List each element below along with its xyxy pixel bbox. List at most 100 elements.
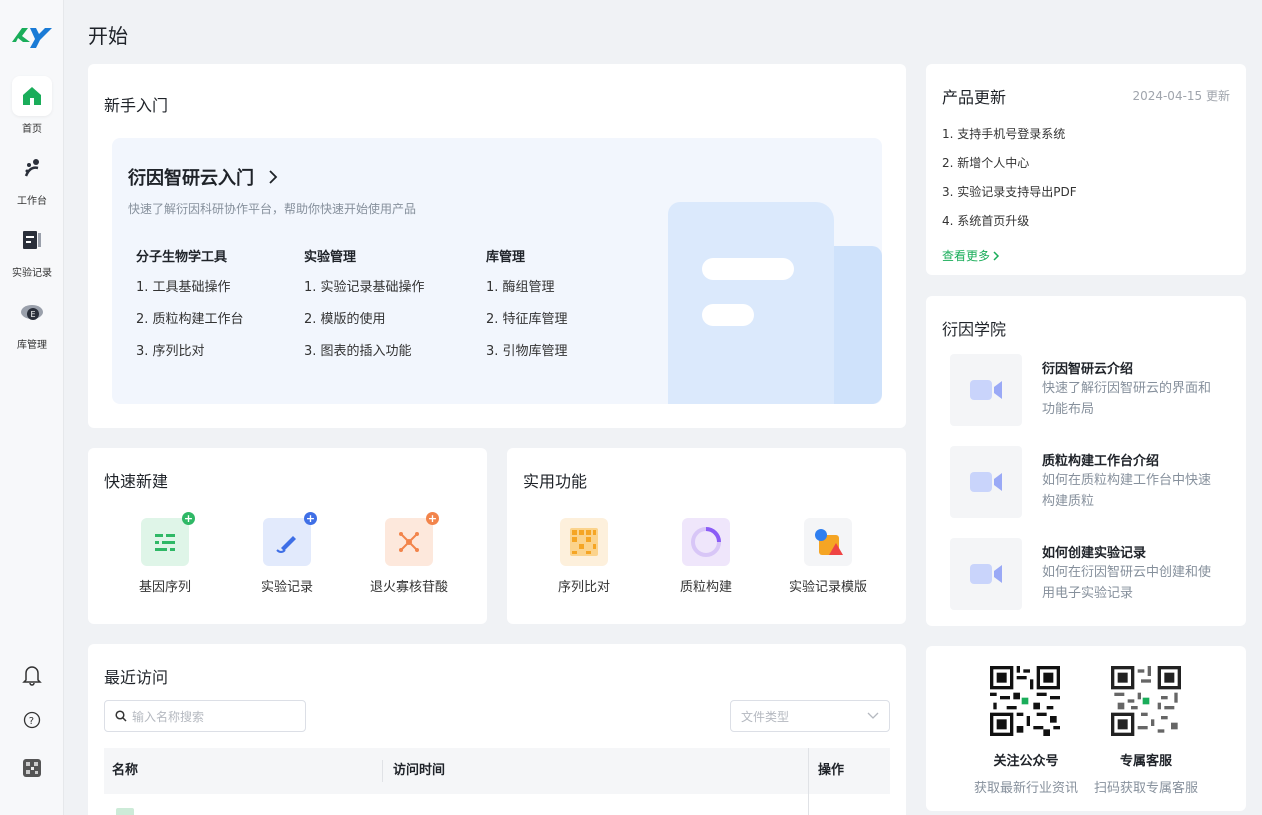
search-placeholder: 输入名称搜索 bbox=[132, 709, 205, 724]
update-item: 2. 新增个人中心 bbox=[942, 156, 1030, 170]
home-icon bbox=[12, 76, 52, 116]
guide-link[interactable]: 3. 图表的插入功能 bbox=[304, 344, 425, 376]
view-more-link[interactable]: 查看更多 bbox=[942, 247, 1000, 264]
update-item: 4. 系统首页升级 bbox=[942, 214, 1030, 228]
card-title: 实用功能 bbox=[523, 472, 588, 491]
guide-link[interactable]: 1. 实验记录基础操作 bbox=[304, 280, 425, 312]
qr-code-official-account bbox=[990, 666, 1060, 736]
guide-link[interactable]: 3. 序列比对 bbox=[136, 344, 244, 376]
plus-badge-icon: + bbox=[426, 512, 439, 525]
sequence-alignment-button[interactable]: 序列比对 bbox=[529, 518, 639, 595]
tile-label: 实验记录模版 bbox=[788, 580, 867, 595]
column-header-name[interactable]: 名称 bbox=[112, 748, 138, 794]
gene-sequence-icon: + bbox=[141, 512, 195, 566]
sidebar-item-library[interactable]: E 库管理 bbox=[0, 292, 64, 358]
avatar[interactable] bbox=[0, 758, 64, 782]
oligo-icon: + bbox=[385, 512, 439, 566]
tile-label: 退火寡核苷酸 bbox=[369, 580, 448, 595]
plasmid-icon bbox=[682, 518, 730, 566]
table-header: 名称 访问时间 操作 bbox=[104, 748, 890, 794]
app-logo[interactable] bbox=[10, 20, 54, 50]
database-icon: E bbox=[12, 292, 52, 332]
column-header-time[interactable]: 访问时间 bbox=[393, 748, 445, 794]
column-heading: 库管理 bbox=[486, 250, 526, 265]
qr-code-customer-service bbox=[1111, 666, 1181, 736]
video-icon bbox=[950, 446, 1022, 518]
document-illustration bbox=[668, 202, 882, 404]
sidebar-item-experiment[interactable]: 实验记录 bbox=[0, 220, 64, 286]
banner-subtitle: 快速了解衍因科研协作平台，帮助你快速开始使用产品 bbox=[128, 202, 417, 216]
sidebar-item-label: 库管理 bbox=[17, 340, 47, 351]
column-divider bbox=[382, 760, 383, 782]
notification-button[interactable] bbox=[0, 664, 64, 690]
svg-text:E: E bbox=[31, 310, 36, 319]
course-description: 如何在质粒构建工作台中快速构建质粒 bbox=[1042, 473, 1212, 509]
file-type-select[interactable]: 文件类型 bbox=[730, 700, 890, 732]
template-icon bbox=[804, 518, 852, 566]
guide-link[interactable]: 1. 酶组管理 bbox=[486, 280, 568, 312]
card-title: 产品更新 bbox=[942, 88, 1007, 107]
workbench-icon bbox=[12, 148, 52, 188]
update-item: 1. 支持手机号登录系统 bbox=[942, 127, 1066, 141]
qr-label: 关注公众号 bbox=[993, 754, 1059, 769]
tile-label: 序列比对 bbox=[557, 580, 610, 595]
tile-label: 质粒构建 bbox=[679, 580, 732, 595]
column-divider bbox=[808, 794, 809, 815]
course-item[interactable]: 如何创建实验记录 如何在衍因智研云中创建和使用电子实验记录 bbox=[950, 538, 1230, 610]
qr-subtitle: 获取最新行业资讯 bbox=[973, 781, 1078, 796]
experiment-record-icon: + bbox=[263, 512, 317, 566]
help-button[interactable]: ? bbox=[0, 711, 64, 733]
course-item[interactable]: 质粒构建工作台介绍 如何在质粒构建工作台中快速构建质粒 bbox=[950, 446, 1230, 518]
new-oligo-button[interactable]: + 退火寡核苷酸 bbox=[354, 512, 464, 595]
card-title: 衍因学院 bbox=[942, 320, 1007, 339]
guide-column-experiment: 实验管理 1. 实验记录基础操作 2. 模版的使用 3. 图表的插入功能 bbox=[304, 246, 425, 376]
qr-subtitle: 扫码获取专属客服 bbox=[1093, 781, 1198, 796]
recent-visits-card: 最近访问 输入名称搜索 文件类型 名称 访问时间 操作 bbox=[88, 644, 906, 815]
update-date: 2024-04-15 更新 bbox=[1132, 89, 1230, 103]
table-row[interactable] bbox=[104, 794, 890, 815]
new-experiment-record-button[interactable]: + 实验记录 bbox=[232, 512, 342, 595]
avatar-icon bbox=[23, 759, 41, 777]
product-updates-card: 产品更新 2024-04-15 更新 1. 支持手机号登录系统 2. 新增个人中… bbox=[926, 64, 1246, 275]
course-description: 快速了解衍因智研云的界面和功能布局 bbox=[1042, 381, 1212, 417]
column-divider bbox=[808, 748, 809, 794]
guide-link[interactable]: 2. 模版的使用 bbox=[304, 312, 425, 344]
plus-badge-icon: + bbox=[182, 512, 195, 525]
sidebar-item-workbench[interactable]: 工作台 bbox=[0, 148, 64, 214]
guide-link[interactable]: 2. 质粒构建工作台 bbox=[136, 312, 244, 344]
academy-card: 衍因学院 衍因智研云介绍 快速了解衍因智研云的界面和功能布局 质粒构建工作台介绍… bbox=[926, 296, 1246, 626]
course-title: 质粒构建工作台介绍 bbox=[1042, 454, 1160, 469]
getting-started-banner: 衍因智研云入门 快速了解衍因科研协作平台，帮助你快速开始使用产品 分子生物学工具… bbox=[112, 138, 882, 404]
guide-link[interactable]: 1. 工具基础操作 bbox=[136, 280, 244, 312]
contact-card: 关注公众号 专属客服 获取最新行业资讯 扫码获取专属客服 bbox=[926, 646, 1246, 811]
course-title: 衍因智研云介绍 bbox=[1042, 362, 1134, 377]
plus-badge-icon: + bbox=[304, 512, 317, 525]
sidebar: 首页 工作台 实验记录 E 库管理 ? bbox=[0, 0, 64, 815]
bell-icon bbox=[22, 666, 42, 690]
column-header-actions: 操作 bbox=[818, 763, 845, 778]
card-title: 快速新建 bbox=[104, 472, 169, 491]
search-icon bbox=[115, 710, 127, 722]
column-heading: 分子生物学工具 bbox=[136, 250, 228, 265]
guide-column-library: 库管理 1. 酶组管理 2. 特征库管理 3. 引物库管理 bbox=[486, 246, 568, 376]
video-icon bbox=[950, 538, 1022, 610]
notebook-icon bbox=[12, 220, 52, 260]
guide-link[interactable]: 3. 引物库管理 bbox=[486, 344, 568, 376]
course-item[interactable]: 衍因智研云介绍 快速了解衍因智研云的界面和功能布局 bbox=[950, 354, 1230, 426]
page-title: 开始 bbox=[88, 24, 128, 48]
sidebar-item-home[interactable]: 首页 bbox=[0, 76, 64, 142]
qr-label: 专属客服 bbox=[1119, 754, 1172, 769]
help-icon: ? bbox=[23, 711, 41, 733]
chevron-right-icon bbox=[268, 168, 278, 189]
banner-title-link[interactable]: 衍因智研云入门 bbox=[128, 164, 278, 190]
record-template-button[interactable]: 实验记录模版 bbox=[773, 518, 883, 595]
tile-label: 基因序列 bbox=[138, 580, 191, 595]
quick-create-card: 快速新建 + 基因序列 + 实验记录 + 退火寡核苷酸 bbox=[88, 448, 487, 624]
video-icon bbox=[950, 354, 1022, 426]
course-title: 如何创建实验记录 bbox=[1042, 546, 1147, 561]
new-gene-sequence-button[interactable]: + 基因序列 bbox=[110, 512, 220, 595]
plasmid-construct-button[interactable]: 质粒构建 bbox=[651, 518, 761, 595]
guide-link[interactable]: 2. 特征库管理 bbox=[486, 312, 568, 344]
file-icon bbox=[116, 808, 134, 815]
search-input[interactable]: 输入名称搜索 bbox=[104, 700, 306, 732]
